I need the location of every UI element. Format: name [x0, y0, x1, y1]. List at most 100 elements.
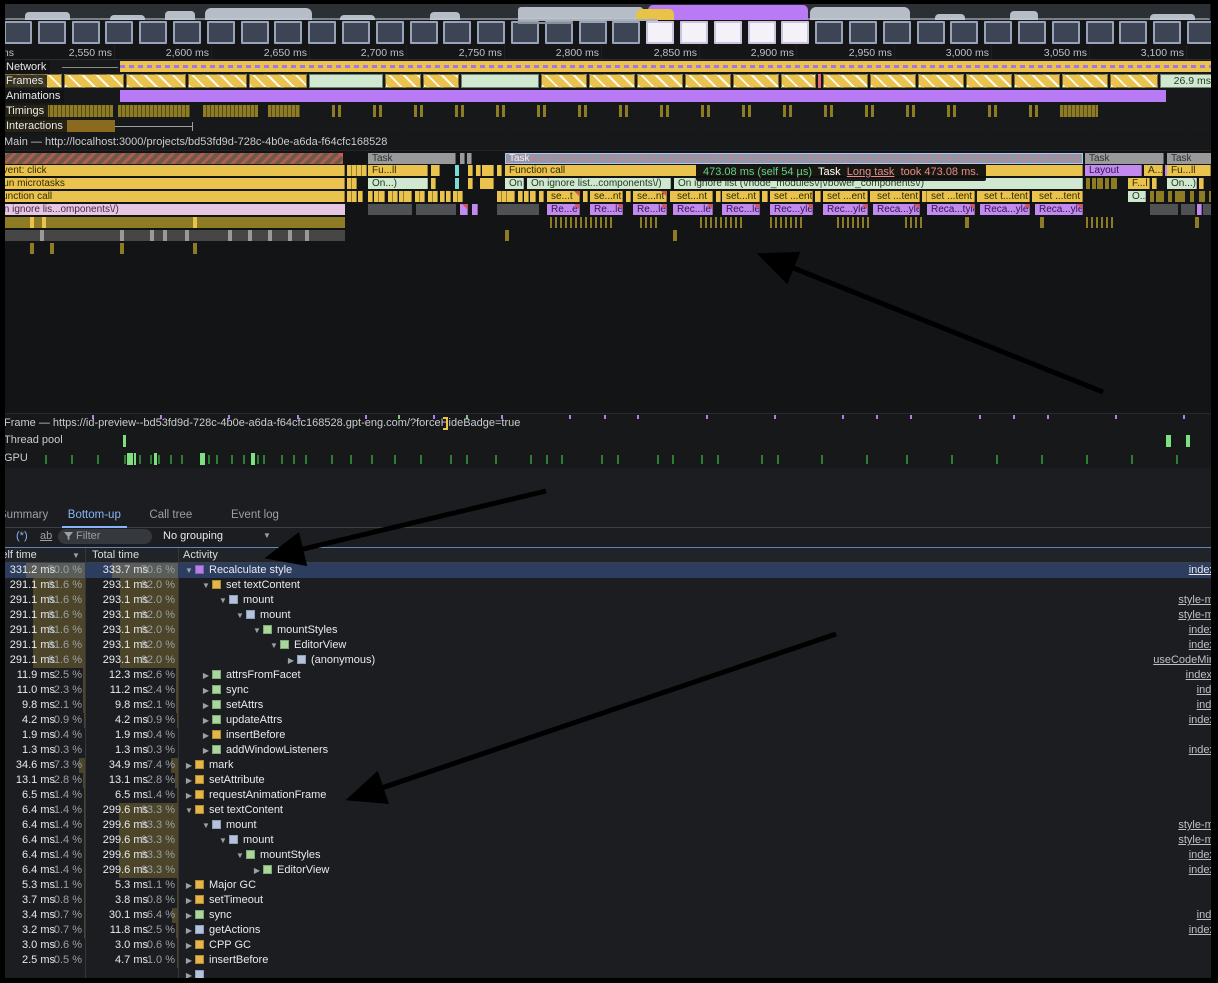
flame-bar[interactable]: Re...e [547, 204, 580, 215]
filmstrip-thumbnail[interactable] [511, 21, 539, 44]
table-row[interactable]: 11.0 ms2.3 %11.2 ms2.4 %▶syncindex. [0, 683, 1218, 698]
table-row[interactable]: 4.2 ms0.9 %4.2 ms0.9 %▶updateAttrsindex.… [0, 713, 1218, 728]
flame-bar[interactable]: Task [505, 153, 1083, 164]
flame-bar[interactable]: Reca...yle [873, 204, 920, 215]
table-row[interactable]: 331.2 ms70.0 %333.7 ms70.6 %▼Recalculate… [0, 563, 1218, 578]
flame-tick[interactable] [368, 204, 412, 215]
flame-bar[interactable]: set ...tent [873, 191, 920, 202]
flame-bar[interactable]: set ...ent [823, 191, 868, 202]
disclosure-triangle[interactable]: ▼ [217, 833, 229, 848]
flame-bar[interactable]: Re...le [590, 204, 623, 215]
regex-icon[interactable]: (*) [16, 530, 28, 542]
frame-segment[interactable] [685, 74, 731, 88]
filmstrip-thumbnail[interactable] [950, 21, 978, 44]
disclosure-triangle[interactable]: ▼ [268, 638, 280, 653]
filmstrip-thumbnail[interactable] [1086, 21, 1114, 44]
thread-pool-track[interactable]: Thread pool [0, 432, 1218, 451]
flame-bar[interactable]: Fu...ll [1167, 165, 1211, 176]
filmstrip-thumbnail[interactable] [680, 21, 708, 44]
flame-bar[interactable]: On...) [505, 178, 524, 189]
filmstrip-thumbnail[interactable] [443, 21, 471, 44]
frame-segment[interactable] [126, 74, 186, 88]
filmstrip-thumbnail[interactable] [410, 21, 438, 44]
animation-bar[interactable] [120, 90, 1166, 102]
frame-segment[interactable] [1062, 74, 1108, 88]
filmstrip-thumbnail[interactable] [1052, 21, 1080, 44]
flame-bar[interactable]: On ignore lis...omponents\/) [0, 204, 345, 215]
disclosure-triangle[interactable]: ▼ [217, 593, 229, 608]
flame-tick[interactable] [0, 217, 345, 228]
filmstrip-thumbnail[interactable] [274, 21, 302, 44]
disclosure-triangle[interactable]: ▶ [183, 953, 195, 968]
filmstrip-thumbnail[interactable] [72, 21, 100, 44]
col-activity[interactable]: Activity [183, 549, 218, 561]
frames-track[interactable]: 26.9 ms Frames [0, 74, 1218, 89]
table-row[interactable]: 291.1 ms61.6 %293.1 ms62.0 %▼mountStyles… [0, 623, 1218, 638]
flame-tick[interactable] [770, 217, 802, 228]
filmstrip-thumbnail[interactable] [883, 21, 911, 44]
table-row[interactable]: 3.2 ms0.7 %11.8 ms2.5 %▶getActionsindex.… [0, 923, 1218, 938]
flame-bar[interactable]: se...nt [633, 191, 667, 202]
disclosure-triangle[interactable]: ▶ [183, 758, 195, 773]
table-row[interactable]: 6.4 ms1.4 %299.6 ms63.3 %▶EditorViewinde… [0, 863, 1218, 878]
disclosure-triangle[interactable]: ▶ [200, 683, 212, 698]
flame-bar[interactable]: set ...tent [927, 191, 975, 202]
flame-tick[interactable] [700, 217, 745, 228]
frame-segment[interactable] [637, 74, 683, 88]
table-row[interactable]: 291.1 ms61.6 %293.1 ms62.0 %▼mountstyle-… [0, 608, 1218, 623]
flame-bar[interactable]: Layout [1085, 165, 1142, 176]
table-row[interactable]: 5.3 ms1.1 %5.3 ms1.1 %▶Major GC [0, 878, 1218, 893]
table-row[interactable]: 6.4 ms1.4 %299.6 ms63.3 %▼mountstyle-mod [0, 818, 1218, 833]
flame-bar[interactable]: set t...tent [980, 191, 1030, 202]
source-link[interactable]: useCodeMirror [1153, 653, 1218, 668]
disclosure-triangle[interactable]: ▼ [183, 563, 195, 578]
filmstrip-thumbnail[interactable] [612, 21, 640, 44]
main-thread-header[interactable]: Main — http://localhost:3000/projects/bd… [0, 135, 1218, 151]
flame-bar[interactable]: Rec...yle [823, 204, 868, 215]
filmstrip-thumbnail[interactable] [4, 21, 32, 44]
flame-bar[interactable]: F...l [1128, 178, 1150, 189]
flame-bar[interactable]: Rec...le [722, 204, 760, 215]
filmstrip-thumbnail[interactable] [849, 21, 877, 44]
frame-segment[interactable] [823, 74, 868, 88]
filmstrip-thumbnail[interactable] [748, 21, 776, 44]
flame-tick[interactable] [1086, 217, 1116, 228]
flame-bar[interactable]: On...) [1167, 178, 1197, 189]
flame-bar[interactable]: set...nt [722, 191, 760, 202]
table-row[interactable]: 1.9 ms0.4 %1.9 ms0.4 %▶insertBefore [0, 728, 1218, 743]
table-row[interactable]: 3.4 ms0.7 %30.1 ms6.4 %▶syncindex. [0, 908, 1218, 923]
network-request-bar[interactable] [120, 61, 1216, 72]
flame-bar[interactable]: Reca...yle [1035, 204, 1083, 215]
filmstrip-thumbnail[interactable] [342, 21, 370, 44]
disclosure-triangle[interactable]: ▼ [200, 578, 212, 593]
filmstrip-thumbnail[interactable] [917, 21, 945, 44]
table-row[interactable]: 3.0 ms0.6 %3.0 ms0.6 %▶CPP GC [0, 938, 1218, 953]
disclosure-triangle[interactable]: ▶ [183, 893, 195, 908]
disclosure-triangle[interactable]: ▶ [200, 743, 212, 758]
table-row[interactable]: 6.4 ms1.4 %299.6 ms63.3 %▼mountStylesind… [0, 848, 1218, 863]
frame-segment[interactable] [188, 74, 247, 88]
flame-bar[interactable]: Reca...yle [980, 204, 1030, 215]
disclosure-triangle[interactable]: ▼ [234, 848, 246, 863]
flame-bar[interactable]: set ...tent [1035, 191, 1083, 202]
match-whole-word-icon[interactable]: ab [40, 530, 52, 542]
time-ruler[interactable]: ms2,550 ms2,600 ms2,650 ms2,700 ms2,750 … [0, 45, 1218, 60]
frame-segment[interactable] [385, 74, 421, 88]
flame-tick[interactable] [837, 217, 872, 228]
frame-segment[interactable] [461, 74, 539, 88]
disclosure-triangle[interactable]: ▶ [183, 788, 195, 803]
filmstrip-thumbnail[interactable] [139, 21, 167, 44]
filmstrip-thumbnail[interactable] [781, 21, 809, 44]
tab-bottom-up[interactable]: Bottom-up [62, 505, 127, 528]
filmstrip-thumbnail[interactable] [1119, 21, 1147, 44]
disclosure-triangle[interactable]: ▼ [183, 803, 195, 818]
flame-bar[interactable]: On ignore list...components\/) [527, 178, 671, 189]
table-row[interactable]: 6.4 ms1.4 %299.6 ms63.3 %▼set textConten… [0, 803, 1218, 818]
filmstrip-thumbnail[interactable] [105, 21, 133, 44]
grouping-select[interactable]: No grouping [163, 530, 223, 542]
flame-bar[interactable]: Event: click [0, 165, 345, 176]
filmstrip-thumbnail[interactable] [1153, 21, 1181, 44]
frame-segment[interactable] [1014, 74, 1060, 88]
cpu-overview-strip[interactable] [5, 4, 1210, 20]
frame-segment[interactable] [781, 74, 816, 88]
